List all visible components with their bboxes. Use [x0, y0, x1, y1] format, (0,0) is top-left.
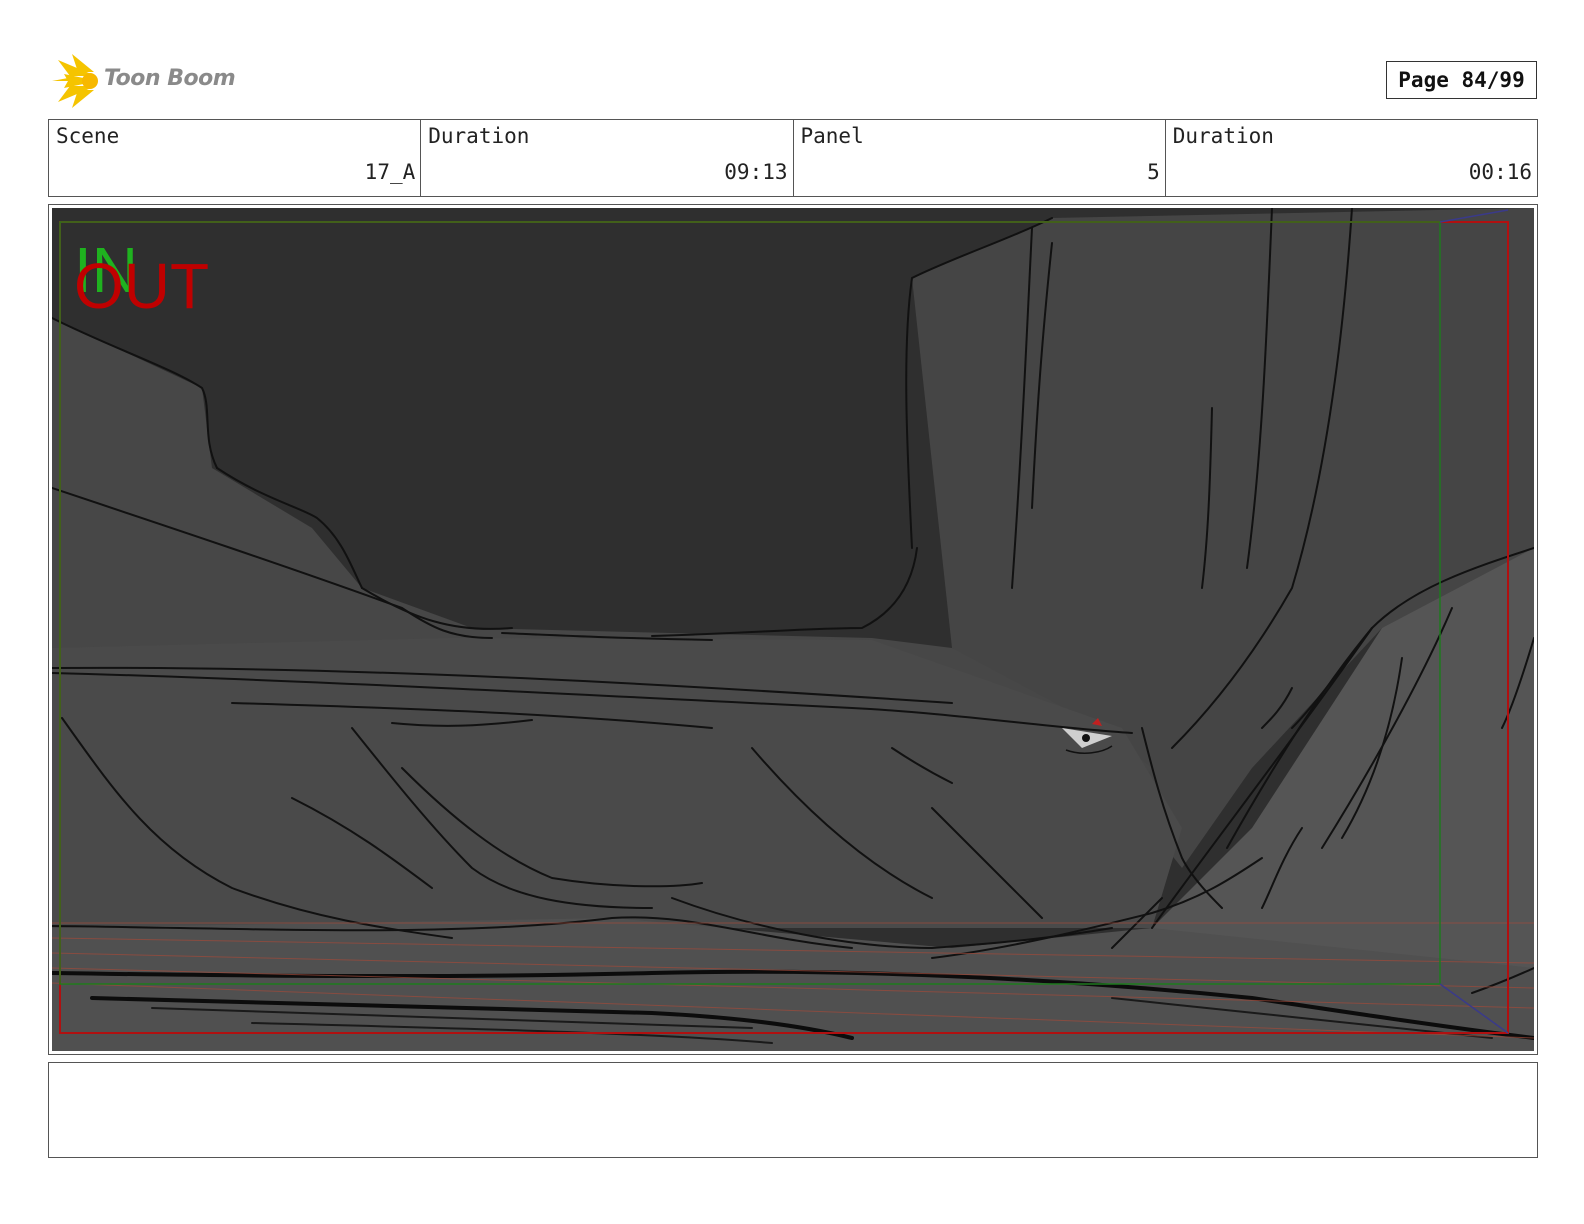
scene-duration-value: 09:13: [724, 160, 788, 184]
panel-value: 5: [1147, 160, 1160, 184]
panel-duration-value: 00:16: [1468, 160, 1532, 184]
notes-box: [48, 1062, 1538, 1158]
scene-duration-label: Duration: [428, 124, 530, 148]
toon-boom-logo: Toon Boom: [50, 54, 250, 108]
starburst-icon: [52, 54, 98, 108]
scene-value: 17_A: [364, 160, 416, 184]
scene-label: Scene: [56, 124, 120, 148]
scene-cell: Scene 17_A: [49, 120, 422, 196]
scene-duration-cell: Duration 09:13: [421, 120, 794, 196]
panel-duration-cell: Duration 00:16: [1166, 120, 1537, 196]
storyboard-panel-drawing: IN OUT: [52, 208, 1534, 1051]
logo-text: Toon Boom: [104, 66, 236, 91]
panel-label: Panel: [800, 124, 864, 148]
page-number: Page 84/99: [1386, 61, 1537, 99]
panel-info-table: Scene 17_A Duration 09:13 Panel 5 Durati…: [48, 119, 1538, 197]
out-marker: OUT: [74, 250, 209, 322]
panel-duration-label: Duration: [1172, 124, 1274, 148]
panel-cell: Panel 5: [794, 120, 1166, 196]
